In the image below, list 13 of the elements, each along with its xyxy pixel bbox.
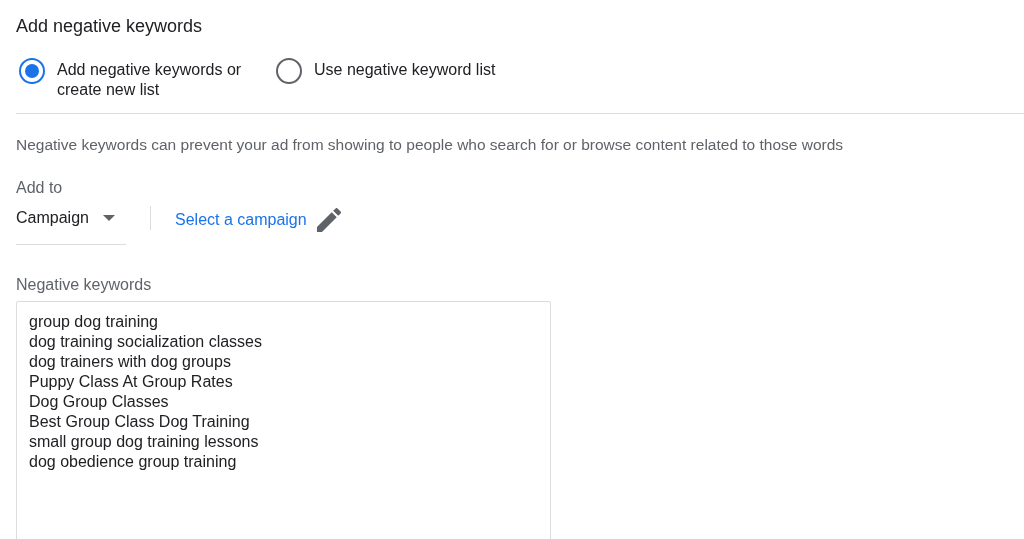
pencil-icon[interactable] [316, 207, 341, 232]
radio-label[interactable]: Use negative keyword list [314, 60, 496, 80]
radio-label[interactable]: Add negative keywords or create new list [57, 60, 262, 100]
caret-icon [102, 215, 115, 221]
radio-button[interactable] [276, 58, 302, 84]
description-text: Negative keywords can prevent your ad from showing to people who search for or browse content related to those words [16, 136, 845, 154]
dialog-title: Add negative keywords [16, 15, 204, 38]
select-campaign-link[interactable]: Select a campaign [175, 207, 307, 232]
field-label: Negative keywords [16, 275, 153, 295]
keywords-field[interactable]: group dog training dog training socialization classes dog trainers with dog groups Puppy Class At Group Rates Dog Group Classes Best Group Class Dog Training small group dog training lessons dog obedience group training [16, 301, 551, 539]
campaign-dropdown[interactable]: Campaign [16, 206, 126, 245]
field-label: Add to [16, 178, 64, 198]
radio-button[interactable] [19, 58, 45, 84]
